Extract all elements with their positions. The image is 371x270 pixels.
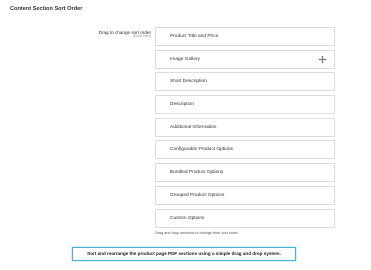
sortable-item[interactable]: Image Gallery	[155, 49, 335, 69]
sortable-item-label: Bundled Product Options	[170, 170, 224, 176]
sortable-item-label: Configurable Product Options	[170, 147, 233, 153]
section-title: Content Section Sort Order	[10, 6, 83, 12]
sortable-item-label: Custom Options	[170, 215, 205, 221]
sortable-item[interactable]: Description	[155, 95, 335, 115]
move-icon[interactable]	[318, 55, 327, 64]
sortable-item-label: Description	[170, 102, 194, 108]
sortable-item-label: Short Description	[170, 79, 207, 85]
sortable-list: Product Title and Price Image Gallery Sh…	[155, 27, 335, 231]
sortable-item-label: Image Gallery	[170, 56, 200, 62]
sortable-item-label: Product Title and Price	[170, 34, 219, 39]
sortable-item[interactable]: Short Description	[155, 72, 335, 92]
page: Content Section Sort Order Drag to chang…	[0, 0, 371, 270]
sortable-item-label: Additional Information	[170, 124, 217, 130]
sortable-item[interactable]: Configurable Product Options	[155, 140, 335, 160]
field-label-block: Drag to change sort order [store view]	[99, 30, 151, 39]
sortable-item[interactable]: Custom Options	[155, 208, 335, 228]
feature-callout: Sort and rearrange the product page PDF …	[72, 247, 296, 261]
sortable-item[interactable]: Product Title and Price	[155, 27, 335, 46]
sortable-item[interactable]: Bundled Product Options	[155, 163, 335, 183]
sortable-item-label: Grouped Product Options	[170, 192, 225, 198]
scope-label: [store view]	[132, 34, 151, 39]
sortable-item[interactable]: Additional Information	[155, 117, 335, 137]
help-text: Drag and drop sections to change their s…	[155, 231, 239, 235]
sortable-item[interactable]: Grouped Product Options	[155, 185, 335, 205]
